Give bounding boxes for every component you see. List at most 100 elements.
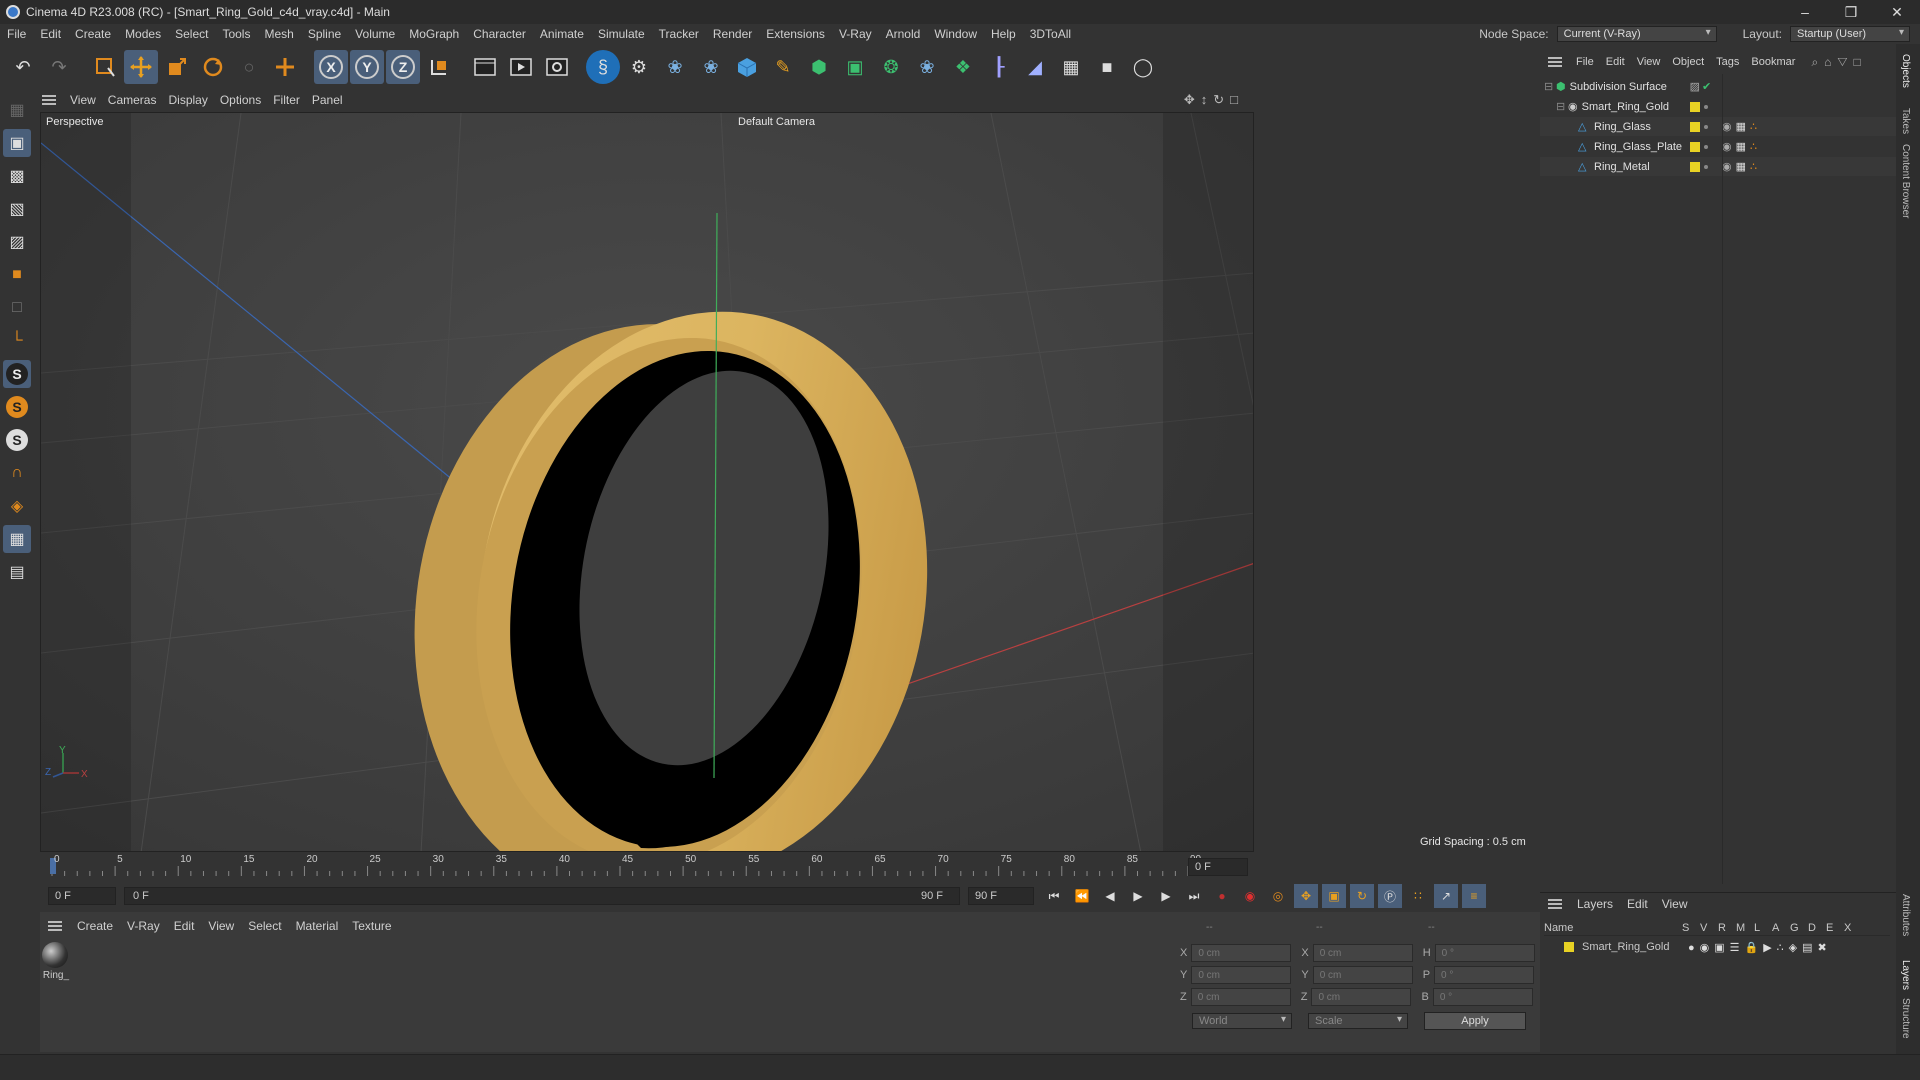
viewport-menu-options[interactable]: Options xyxy=(214,93,267,107)
coord-rot-p-field[interactable]: 0 ° xyxy=(1434,966,1535,984)
tab-takes[interactable]: Takes xyxy=(1900,108,1911,134)
object-menu-file[interactable]: File xyxy=(1570,56,1600,68)
edit-toggle-icon[interactable]: ▨ xyxy=(1690,80,1700,93)
material-tag-icon[interactable]: ◉ xyxy=(1722,120,1732,133)
render-region-icon[interactable] xyxy=(468,50,502,84)
lasso-icon[interactable]: ○ xyxy=(232,50,266,84)
menu-mograph[interactable]: MoGraph xyxy=(402,27,466,41)
enabled-check-icon[interactable]: ✔ xyxy=(1702,80,1711,93)
vray-logo-icon[interactable]: § xyxy=(586,50,620,84)
object-row-ring-glass-plate[interactable]: △ Ring_Glass_Plate ◉ ▦ ∴ xyxy=(1540,137,1896,156)
locked-workplane-icon[interactable]: ▤ xyxy=(3,558,31,586)
texture-tag-icon[interactable]: ▦ xyxy=(1736,140,1746,153)
y-axis-icon[interactable]: Y xyxy=(350,50,384,84)
object-row-smart-ring-gold[interactable]: ⊟ ◉ Smart_Ring_Gold xyxy=(1540,97,1896,116)
menu-tools[interactable]: Tools xyxy=(215,27,257,41)
pen-icon[interactable]: ✎ xyxy=(766,50,800,84)
dope-sheet-icon[interactable]: ≡ xyxy=(1462,884,1486,908)
coord-pos-z-field[interactable]: 0 cm xyxy=(1190,988,1291,1006)
key-rotation-icon[interactable]: ↻ xyxy=(1350,884,1374,908)
prev-frame-icon[interactable]: ◀ xyxy=(1098,884,1122,908)
viewport-menu-display[interactable]: Display xyxy=(162,93,213,107)
menu-help[interactable]: Help xyxy=(984,27,1023,41)
magnet-icon[interactable]: ∩ xyxy=(3,459,31,487)
object-row-ring-metal[interactable]: △ Ring_Metal ◉ ▦ ∴ xyxy=(1540,157,1896,176)
close-button[interactable]: ✕ xyxy=(1874,0,1920,24)
menu-modes[interactable]: Modes xyxy=(118,27,168,41)
menu-arnold[interactable]: Arnold xyxy=(879,27,928,41)
coordinate-system-icon[interactable] xyxy=(422,50,456,84)
menu-volume[interactable]: Volume xyxy=(348,27,402,41)
expand-icon[interactable]: ⊟ xyxy=(1544,80,1556,93)
next-frame-icon[interactable]: ▶ xyxy=(1154,884,1178,908)
visibility-dots[interactable] xyxy=(1703,104,1708,109)
auto-key-icon[interactable]: ◉ xyxy=(1238,884,1262,908)
start-frame-field[interactable]: 0 F xyxy=(48,887,116,905)
camera-name-label[interactable]: Default Camera xyxy=(738,116,815,128)
material-menu-edit[interactable]: Edit xyxy=(167,919,202,933)
menu-character[interactable]: Character xyxy=(466,27,533,41)
tab-structure[interactable]: Structure xyxy=(1900,998,1911,1039)
move-icon[interactable] xyxy=(124,50,158,84)
node-space-dropdown[interactable]: Current (V-Ray) xyxy=(1556,26,1717,42)
scale-icon[interactable] xyxy=(160,50,194,84)
menu-mesh[interactable]: Mesh xyxy=(257,27,300,41)
go-to-start-icon[interactable]: ⏮ xyxy=(1042,884,1066,908)
coord-size-y-field[interactable]: 0 cm xyxy=(1312,966,1413,984)
viewport-menu-view[interactable]: View xyxy=(64,93,102,107)
texture-mode-icon[interactable]: ▩ xyxy=(3,162,31,190)
end-frame-field[interactable]: 90 F xyxy=(968,887,1034,905)
uvw-tag-icon[interactable]: ∴ xyxy=(1750,160,1757,173)
coord-rot-h-field[interactable]: 0 ° xyxy=(1434,944,1535,962)
layer-menu-layers[interactable]: Layers xyxy=(1570,897,1620,911)
object-menu-bookmarks[interactable]: Bookmar xyxy=(1745,56,1801,68)
objects-hamburger-icon[interactable] xyxy=(1548,57,1562,67)
layout-dropdown[interactable]: Startup (User) xyxy=(1790,26,1910,42)
menu-tracker[interactable]: Tracker xyxy=(652,27,706,41)
menu-animate[interactable]: Animate xyxy=(533,27,591,41)
visibility-dots[interactable] xyxy=(1704,164,1708,169)
viewport-menu-panel[interactable]: Panel xyxy=(306,93,349,107)
coord-size-x-field[interactable]: 0 cm xyxy=(1312,944,1413,962)
material-tag-icon[interactable]: ◉ xyxy=(1722,160,1732,173)
python3-icon[interactable]: ❀ xyxy=(910,50,944,84)
render-settings-icon[interactable] xyxy=(540,50,574,84)
texture-tag-icon[interactable]: ▦ xyxy=(1736,120,1746,133)
layer-color-tag[interactable] xyxy=(1690,141,1700,152)
coord-pos-y-field[interactable]: 0 cm xyxy=(1191,966,1292,984)
prev-key-icon[interactable]: ⏪ xyxy=(1070,884,1094,908)
viewport-hamburger-icon[interactable] xyxy=(42,95,56,105)
layer-color-tag[interactable] xyxy=(1690,161,1700,172)
object-row-subdivision-surface[interactable]: ⊟ ⬢ Subdivision Surface ▨ ✔ xyxy=(1540,77,1896,96)
layers-hamburger-icon[interactable] xyxy=(1548,899,1562,909)
uv-mode-icon[interactable]: □ xyxy=(3,294,31,322)
x-axis-icon[interactable]: X xyxy=(314,50,348,84)
snap-settings-icon[interactable]: S xyxy=(3,393,31,421)
timeline-ruler[interactable]: 051015202530354045505560657075808590 0 F xyxy=(40,854,1254,880)
axis-mode-icon[interactable]: └ xyxy=(3,327,31,355)
snap-icon[interactable]: S xyxy=(3,360,31,388)
material-menu-material[interactable]: Material xyxy=(289,919,346,933)
layer-menu-view[interactable]: View xyxy=(1655,897,1695,911)
material-hamburger-icon[interactable] xyxy=(48,921,62,931)
layer-row[interactable]: Smart_Ring_Gold ●◉▣☰🔒▶∴◈▤✖ xyxy=(1548,938,1894,956)
subdivision-icon[interactable]: ⬢ xyxy=(802,50,836,84)
viewport-nav-icons[interactable]: ✥↕↻□ xyxy=(1184,92,1244,108)
workplane-icon[interactable]: ◈ xyxy=(3,492,31,520)
grid-workplane-icon[interactable]: ▦ xyxy=(3,525,31,553)
material-menu-view[interactable]: View xyxy=(201,919,241,933)
menu-window[interactable]: Window xyxy=(927,27,984,41)
viewport-menu-cameras[interactable]: Cameras xyxy=(102,93,163,107)
menu-create[interactable]: Create xyxy=(68,27,118,41)
object-menu-object[interactable]: Object xyxy=(1666,56,1710,68)
make-editable-icon[interactable]: ▦ xyxy=(3,96,31,124)
apply-button[interactable]: Apply xyxy=(1424,1012,1526,1030)
key-scale-icon[interactable]: ▣ xyxy=(1322,884,1346,908)
cube-icon[interactable] xyxy=(730,50,764,84)
tab-layers[interactable]: Layers xyxy=(1900,960,1911,990)
edge-mode-icon[interactable]: ▨ xyxy=(3,228,31,256)
maximize-button[interactable]: ❒ xyxy=(1828,0,1874,24)
visibility-dots[interactable] xyxy=(1704,124,1708,129)
key-pla-icon[interactable]: ∷ xyxy=(1406,884,1430,908)
layer-menu-edit[interactable]: Edit xyxy=(1620,897,1655,911)
